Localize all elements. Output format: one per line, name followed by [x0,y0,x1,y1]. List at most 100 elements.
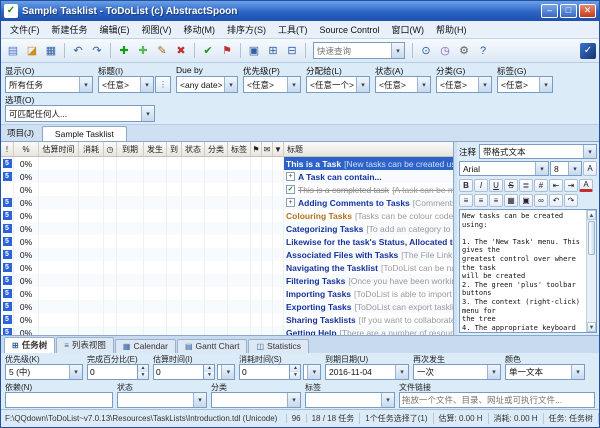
align-center-button[interactable]: ≡ [474,194,488,207]
filter-tag-select[interactable]: <任意>▾ [497,76,553,93]
chevron-down-icon[interactable]: ▾ [391,43,404,58]
toolbar-find-tasks-icon[interactable]: ⊙ [417,42,435,60]
filter-title-options-button[interactable]: ⋮ [155,76,171,93]
time-estimate-unit-select[interactable]: 时▾ [217,364,235,380]
time-estimate-column[interactable]: 估算时间 [39,142,79,156]
task-row[interactable]: 50%+A Task can contain... [1,170,453,183]
category-select[interactable]: ▾ [211,392,301,408]
task-row[interactable]: 50%Colouring Tasks[Tasks can be colour c… [1,209,453,222]
maximize-button[interactable]: □ [560,4,577,18]
toolbar-open-tasklist-icon[interactable]: ◪ [23,42,41,60]
due-date-column[interactable]: 到期 [117,142,144,156]
time-estimate-spinner[interactable]: ▲▼ [204,364,215,380]
insert-link-button[interactable]: ∞ [534,194,548,207]
menu-item-source-control[interactable]: Source Control [314,23,386,37]
toolbar-new-tasklist-icon[interactable]: ▤ [4,42,22,60]
task-row[interactable]: 50%Likewise for the task's Status, Alloc… [1,235,453,248]
scroll-up-icon[interactable]: ▲ [587,210,596,220]
redo-comment-button[interactable]: ↷ [564,194,578,207]
toolbar-undo-icon[interactable]: ↶ [69,42,87,60]
filter-alloc-to-select[interactable]: <任意一个>▾ [306,76,370,93]
color-select[interactable]: 单一文本▾ [505,364,585,380]
comments-format-select[interactable]: 带格式文本 ▾ [479,144,597,159]
status-select[interactable]: ▾ [117,392,207,408]
font-size-select[interactable]: 8 ▾ [550,161,582,176]
tab-statistics[interactable]: ◫Statistics [248,339,309,353]
priority-select[interactable]: 5 (中)▾ [5,364,83,380]
toolbar-preferences-icon[interactable]: ⚙ [455,42,473,60]
comments-scrollbar[interactable]: ▲ ▼ [586,210,596,332]
time-estimate-input[interactable] [153,364,204,380]
task-row[interactable]: 50%Associated Files with Tasks[The File … [1,248,453,261]
font-select[interactable]: Arial ▾ [459,161,549,176]
tab-list-view[interactable]: ≡列表视图 [56,337,114,353]
toolbar-new-subtask-icon[interactable]: ✚ [134,42,152,60]
task-row[interactable]: 50%Getting Help[There are a number of re… [1,326,453,335]
spin-down-icon[interactable]: ▼ [290,372,300,379]
toolbar-new-task-icon[interactable]: ✚ [115,42,133,60]
category-column[interactable]: 分类 [205,142,228,156]
tags-select[interactable]: ▾ [305,392,395,408]
text-color-button[interactable]: A [579,179,593,192]
done-date-column[interactable]: 到 [167,142,182,156]
time-spent-input[interactable] [239,364,290,380]
task-row[interactable]: 50%Exporting Tasks[ToDoList can export t… [1,300,453,313]
checkbox-checked-icon[interactable]: ✓ [286,185,295,194]
menu-item-tools[interactable]: 工具(T) [272,21,314,38]
filelink-column[interactable]: ✉ [262,142,273,156]
filter-category-select[interactable]: <任意>▾ [436,76,492,93]
numbered-list-button[interactable]: # [534,179,548,192]
spin-down-icon[interactable]: ▼ [138,372,148,379]
recurrence-column[interactable]: ◷ [104,142,117,156]
menu-item-view[interactable]: 视图(V) [136,21,178,38]
bullet-list-button[interactable]: ≣ [519,179,533,192]
toolbar-collapse-all-icon[interactable]: ⊟ [283,42,301,60]
toolbar-reminder-icon[interactable]: ◷ [436,42,454,60]
menu-item-sort[interactable]: 排序方(S) [221,21,272,38]
expand-icon[interactable]: + [286,198,295,207]
start-date-column[interactable]: 发生 [144,142,167,156]
due-date-select[interactable]: 2016-11-04▾ [325,364,409,380]
toolbar-help-icon[interactable]: ? [474,42,492,60]
percent-column[interactable]: % [14,142,39,156]
outdent-button[interactable]: ⇤ [549,179,563,192]
indent-button[interactable]: ⇥ [564,179,578,192]
task-row[interactable]: 50%Importing Tasks[ToDoList is able to i… [1,287,453,300]
underline-button[interactable]: U [489,179,503,192]
dependency-input[interactable] [5,392,113,408]
toolbar-complete-task-icon[interactable]: ✔ [199,42,217,60]
tab-task-tree[interactable]: ⊞任务树 [4,337,55,353]
strikethrough-button[interactable]: S [504,179,518,192]
bold-button[interactable]: B [459,179,473,192]
close-button[interactable]: ✕ [579,4,596,18]
quick-find-input[interactable] [314,46,391,56]
toolbar-delete-task-icon[interactable]: ✖ [172,42,190,60]
spin-down-icon[interactable]: ▼ [204,372,214,379]
scroll-thumb[interactable] [588,221,595,255]
menu-item-move[interactable]: 移动(M) [178,21,222,38]
flag-column[interactable]: ⚑ [251,142,262,156]
time-spent-unit-select[interactable]: 时▾ [303,364,321,380]
toolbar-expand-all-icon[interactable]: ⊞ [264,42,282,60]
time-spent-column[interactable]: 消耗 [79,142,104,156]
insert-image-button[interactable]: ▣ [519,194,533,207]
toolbar-flag-task-icon[interactable]: ⚑ [218,42,236,60]
spin-up-icon[interactable]: ▲ [204,365,214,372]
task-row[interactable]: 50%This is a Task[New tasks can be creat… [1,157,453,170]
tab-gantt-chart[interactable]: ▤Gantt Chart [177,339,248,353]
toolbar-save-tasklist-icon[interactable]: ▦ [42,42,60,60]
file-link-input[interactable] [399,392,595,408]
time-spent-spinner[interactable]: ▲▼ [290,364,301,380]
sort-column[interactable]: ▼ [273,142,284,156]
spin-up-icon[interactable]: ▲ [290,365,300,372]
menu-item-file[interactable]: 文件(F) [4,21,46,38]
title-column[interactable]: 标题 [284,142,453,156]
tab-calendar[interactable]: ▦Calendar [115,339,176,353]
undo-comment-button[interactable]: ↶ [549,194,563,207]
align-right-button[interactable]: ≡ [489,194,503,207]
toolbar-maximise-view-icon[interactable]: ▣ [245,42,263,60]
italic-button[interactable]: I [474,179,488,192]
align-left-button[interactable]: ≡ [459,194,473,207]
filter-title-select[interactable]: <任意>▾ [98,76,154,93]
expand-icon[interactable]: + [286,172,295,181]
